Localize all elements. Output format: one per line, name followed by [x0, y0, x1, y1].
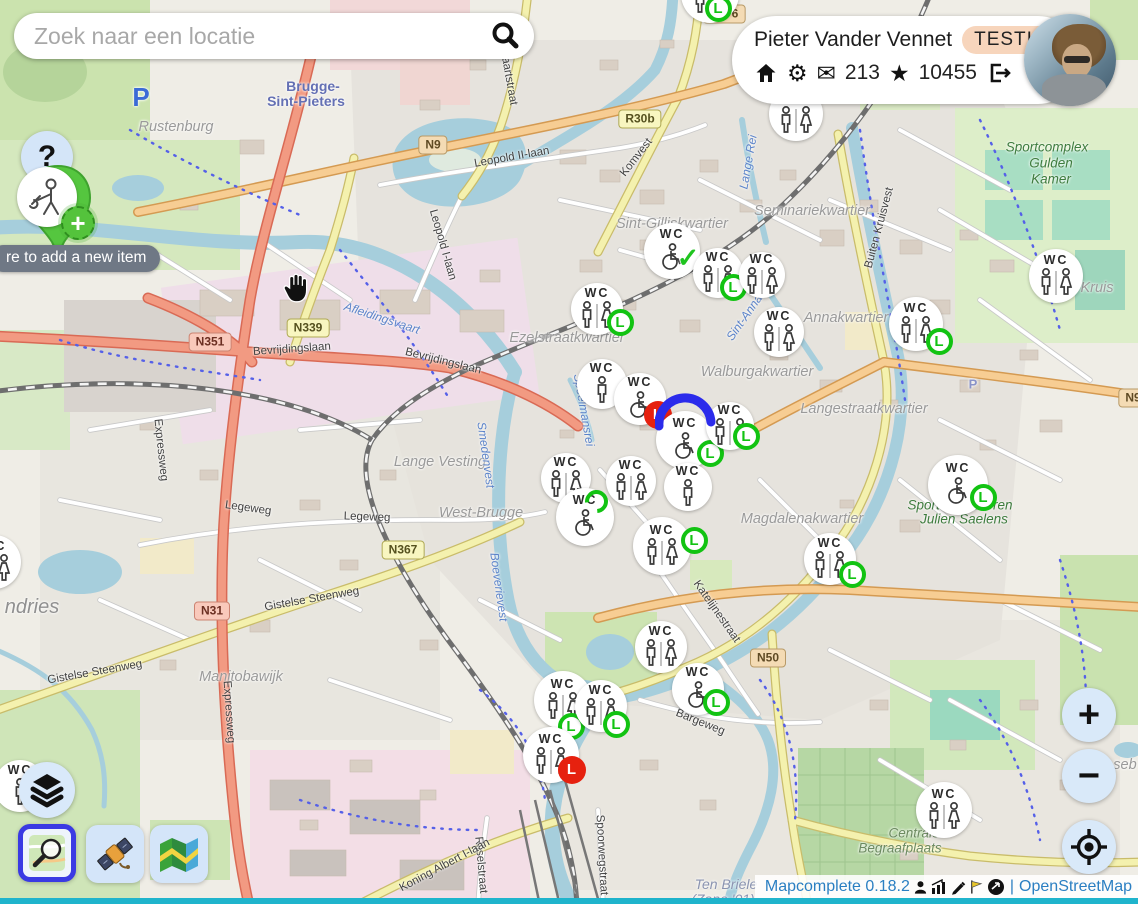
- toilet-mw-icon: [640, 538, 684, 568]
- toilet-marker[interactable]: WC: [739, 252, 785, 298]
- toilet-marker[interactable]: WC: [1029, 249, 1083, 303]
- wc-label: WC: [590, 362, 615, 375]
- zoom-in-button[interactable]: +: [1062, 688, 1116, 742]
- basemap-osm-carto-button[interactable]: [18, 824, 76, 882]
- messages-count: 213: [845, 61, 880, 85]
- statistics-icon[interactable]: [931, 879, 947, 895]
- toilet-marker[interactable]: WC: [606, 456, 656, 506]
- toilet-marker[interactable]: WC: [916, 782, 972, 838]
- marker-status-badge: L: [839, 561, 866, 588]
- toilet-marker[interactable]: WC: [754, 307, 804, 357]
- marker-status-badge: L: [970, 484, 997, 511]
- avatar-shoulders: [1042, 74, 1106, 106]
- mapcomplete-version-link[interactable]: Mapcomplete 0.18.2: [765, 878, 910, 896]
- toilet-mw-icon: [757, 324, 801, 354]
- toilet-mw-icon: [1034, 268, 1078, 298]
- messages-envelope-icon[interactable]: ✉: [817, 62, 836, 85]
- wc-label: WC: [0, 540, 6, 553]
- search-icon: [488, 19, 522, 53]
- search-button[interactable]: [486, 17, 524, 55]
- toilet-single-icon: [677, 479, 699, 509]
- zoom-out-button[interactable]: −: [1062, 749, 1116, 803]
- toilet-mw-icon: [609, 473, 653, 503]
- add-plus-button[interactable]: +: [61, 206, 95, 240]
- toilet-mw-icon: [922, 802, 966, 832]
- search-input[interactable]: [32, 22, 486, 51]
- wc-label: WC: [554, 456, 579, 469]
- wc-label: WC: [619, 459, 644, 472]
- logout-icon[interactable]: [986, 61, 1012, 85]
- wc-label: WC: [750, 253, 775, 266]
- toilet-mw-icon: [774, 106, 818, 136]
- basemap-map-button[interactable]: [150, 825, 208, 883]
- marker-status-badge: L: [558, 756, 586, 784]
- toilet-mw-icon: [639, 639, 683, 669]
- geolocate-button[interactable]: [1062, 820, 1116, 874]
- layers-button[interactable]: [19, 762, 75, 818]
- toilet-mw-icon: [0, 554, 16, 584]
- wc-label: WC: [673, 417, 698, 430]
- home-icon[interactable]: [754, 61, 778, 85]
- toilet-marker[interactable]: WC: [635, 621, 687, 673]
- wc-label: WC: [589, 684, 614, 697]
- wc-label: WC: [650, 524, 675, 537]
- marker-status-badge: L: [926, 328, 953, 355]
- wc-label: WC: [660, 228, 685, 241]
- toilet-mw-icon: [740, 267, 784, 297]
- wc-label: WC: [551, 678, 576, 691]
- contributor-icon[interactable]: [913, 879, 928, 895]
- wc-label: WC: [686, 666, 711, 679]
- josm-flag-icon[interactable]: [969, 879, 984, 895]
- wc-label: WC: [585, 287, 610, 300]
- toilet-marker[interactable]: WC: [0, 535, 21, 589]
- basemap-satellite-button[interactable]: [86, 825, 144, 883]
- attribution-separator: |: [1010, 878, 1014, 896]
- changesets-count: 10455: [919, 61, 977, 85]
- osm-carto-magnifier-icon: [27, 833, 67, 873]
- mapcomplete-app: RustenburgSint-GilliskwartierSeminariekw…: [0, 0, 1138, 904]
- wc-label: WC: [946, 462, 971, 475]
- marker-status-badge: L: [705, 0, 732, 22]
- wc-label: WC: [676, 465, 701, 478]
- map-markers-layer: WCLWCWC✓WCLWCWCLWCWCLWCWCWCLWCLWCLWCWCWC…: [0, 0, 1138, 904]
- copyright-circle-icon[interactable]: [987, 878, 1005, 896]
- location-search-bar: [14, 13, 534, 59]
- wc-label: WC: [539, 733, 564, 746]
- wc-label: WC: [767, 310, 792, 323]
- edit-pencil-icon[interactable]: [950, 879, 966, 895]
- openstreetmap-link[interactable]: OpenStreetMap: [1019, 878, 1132, 896]
- user-avatar[interactable]: [1024, 14, 1116, 106]
- wc-label: WC: [818, 537, 843, 550]
- folded-map-icon: [158, 836, 200, 872]
- add-item-tooltip: re to add a new item: [0, 245, 160, 272]
- avatar-glasses: [1064, 56, 1090, 63]
- wc-label: WC: [932, 788, 957, 801]
- toilet-marker[interactable]: WC: [664, 463, 712, 511]
- wc-label: WC: [904, 302, 929, 315]
- geolocate-crosshair-icon: [1069, 827, 1109, 867]
- changesets-star-icon[interactable]: ★: [889, 62, 910, 85]
- wc-label: WC: [718, 404, 743, 417]
- marker-status-badge: L: [703, 689, 730, 716]
- marker-status-badge: L: [681, 527, 708, 554]
- wc-label: WC: [649, 625, 674, 638]
- settings-gear-icon[interactable]: ⚙: [787, 62, 808, 85]
- marker-status-badge: L: [607, 309, 634, 336]
- attribution-bar: Mapcomplete 0.18.2 | OpenStreetMap: [755, 875, 1138, 899]
- satellite-icon: [94, 833, 136, 875]
- wc-label: WC: [1044, 254, 1069, 267]
- user-name: Pieter Vander Vennet: [754, 28, 952, 52]
- toilet-single-icon: [591, 376, 613, 406]
- layers-icon: [27, 770, 67, 810]
- wc-label: WC: [628, 376, 653, 389]
- marker-status-badge: L: [603, 711, 630, 738]
- wc-label: WC: [706, 251, 731, 264]
- bottom-edge-bar: [0, 898, 1138, 904]
- marker-status-badge: L: [733, 423, 760, 450]
